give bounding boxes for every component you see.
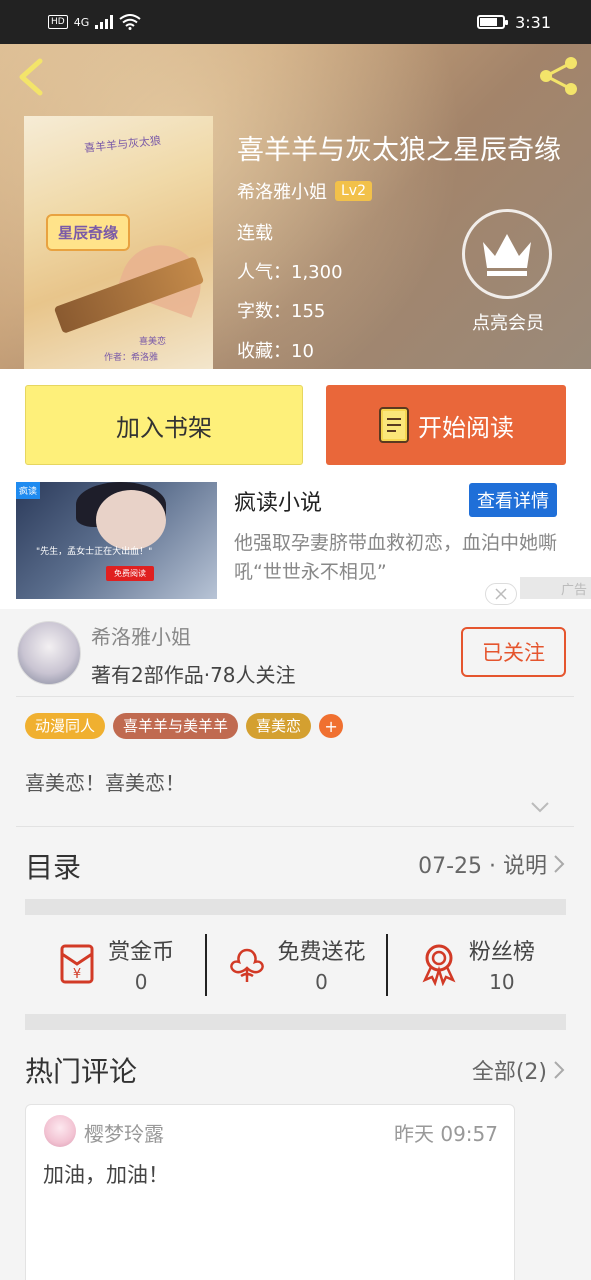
tag-item[interactable]: 动漫同人 <box>25 713 106 739</box>
tag-list: 动漫同人 喜羊羊与美羊羊 喜美恋 + <box>25 713 344 739</box>
author-card[interactable]: 希洛雅小姐 著有2部作品·78人关注 已关注 <box>0 609 591 697</box>
divider <box>16 826 574 827</box>
all-comments-label: 全部(2) <box>471 1060 547 1085</box>
ad-mark-label: 广告 <box>560 582 587 598</box>
start-reading-button[interactable]: 开始阅读 <box>326 385 566 465</box>
reward-fans-value: 10 <box>489 970 515 994</box>
book-cover[interactable]: 喜羊羊与灰太狼 星辰奇缘 喜美恋 作者：希洛雅 <box>24 116 213 369</box>
book-title: 喜羊羊与灰太狼之星辰奇缘 <box>237 135 561 166</box>
divider <box>16 696 574 697</box>
medal-icon <box>422 944 456 986</box>
catalog-latest-label: 07-25 · 说明 <box>418 854 547 879</box>
back-icon[interactable] <box>14 58 48 96</box>
network-4g-label: 4G <box>73 15 90 29</box>
share-icon[interactable] <box>537 54 581 98</box>
section-separator <box>25 1014 566 1030</box>
add-tag-button[interactable]: + <box>319 714 344 738</box>
vip-label[interactable]: 点亮会员 <box>456 309 560 335</box>
battery-icon <box>477 15 509 29</box>
ad-title[interactable]: 疯读小说 <box>234 485 322 517</box>
cover-title: 喜羊羊与灰太狼 <box>83 134 162 155</box>
ad-caption: "先生，孟女士正在大出血！" <box>36 547 153 557</box>
author-name[interactable]: 希洛雅小姐 <box>237 178 327 204</box>
cover-tag: 星辰奇缘 <box>46 214 131 251</box>
add-to-shelf-label: 加入书架 <box>116 413 212 442</box>
comment-time: 昨天 09:57 <box>394 1122 498 1146</box>
ad-app-badge: 疯读 <box>16 482 41 499</box>
crown-icon <box>483 234 531 276</box>
favorites: 收藏：10 <box>237 337 314 363</box>
favorites-value: 10 <box>291 341 314 362</box>
svg-text:¥: ¥ <box>73 967 81 982</box>
hd-icon: HD <box>48 15 68 29</box>
ad-image[interactable]: 疯读 "先生，孟女士正在大出血！" 免费阅读 <box>16 482 217 599</box>
chevron-right-icon <box>554 1061 565 1079</box>
ad-cta[interactable]: 免费阅读 <box>106 566 154 581</box>
author-avatar[interactable] <box>17 621 81 685</box>
close-icon <box>495 588 507 600</box>
hot-comments-title: 热门评论 <box>25 1055 138 1088</box>
book-summary: 喜美恋！喜美恋！ <box>25 771 185 795</box>
reward-fans-label: 粉丝榜 <box>468 940 535 965</box>
add-to-shelf-button[interactable]: 加入书架 <box>25 385 303 465</box>
popularity-value: 1,300 <box>291 262 343 283</box>
commenter-name[interactable]: 樱梦玲露 <box>84 1118 164 1147</box>
status-bar: HD 4G 3:31 <box>0 0 591 44</box>
cover-author-small: 喜美恋 <box>139 337 167 347</box>
author-row[interactable]: 希洛雅小姐 Lv2 <box>237 178 372 204</box>
section-separator <box>25 899 566 915</box>
ad-banner[interactable]: 疯读 "先生，孟女士正在大出血！" 免费阅读 疯读小说 查看详情 他强取孕妻脐带… <box>0 479 591 609</box>
author-card-name[interactable]: 希洛雅小姐 <box>91 621 191 650</box>
reward-flower[interactable]: 免费送花 0 <box>205 916 385 1012</box>
all-comments-link[interactable]: 全部(2) <box>472 1054 565 1086</box>
follow-button-label: 已关注 <box>482 641 545 665</box>
book-header: 喜羊羊与灰太狼 星辰奇缘 喜美恋 作者：希洛雅 喜羊羊与灰太狼之星辰奇缘 希洛雅… <box>0 44 591 369</box>
reward-fans[interactable]: 粉丝榜 10 <box>385 916 566 1012</box>
start-reading-label: 开始阅读 <box>418 413 514 442</box>
ad-close-button[interactable] <box>485 583 517 605</box>
flower-icon <box>230 948 265 982</box>
chevron-down-icon[interactable] <box>530 800 550 814</box>
commenter-avatar[interactable] <box>44 1115 76 1147</box>
favorites-label: 收藏： <box>237 341 291 362</box>
ad-image-face <box>96 490 166 550</box>
word-count: 字数：155 <box>237 297 325 323</box>
level-badge: Lv2 <box>335 181 372 201</box>
action-bar: 加入书架 开始阅读 <box>0 369 591 479</box>
vip-button[interactable] <box>462 209 552 299</box>
signal-icon <box>95 15 114 29</box>
popularity-label: 人气： <box>237 262 291 283</box>
ad-detail-button[interactable]: 查看详情 <box>469 483 557 517</box>
reward-flower-value: 0 <box>315 970 328 994</box>
tag-item[interactable]: 喜美恋 <box>246 713 312 739</box>
reward-flower-label: 免费送花 <box>277 940 366 965</box>
comment-text: 加油，加油！ <box>43 1163 169 1187</box>
word-count-value: 155 <box>291 301 326 322</box>
catalog-latest[interactable]: 07-25 · 说明 <box>418 848 565 880</box>
wifi-icon <box>119 14 141 30</box>
reward-coin[interactable]: ¥ 赏金币 0 <box>25 916 205 1012</box>
reward-bar: ¥ 赏金币 0 免费送花 0 粉丝榜 10 <box>25 916 566 1012</box>
popularity: 人气：1,300 <box>237 258 343 284</box>
red-envelope-icon: ¥ <box>60 944 94 984</box>
chevron-right-icon <box>554 855 565 873</box>
book-icon <box>379 407 409 443</box>
serial-status: 连载 <box>237 223 273 244</box>
ad-description[interactable]: 他强取孕妻脐带血救初恋，血泊中她嘶吼“世世永不相见” <box>234 529 564 587</box>
tag-item[interactable]: 喜羊羊与美羊羊 <box>113 713 239 739</box>
reward-coin-label: 赏金币 <box>108 940 175 965</box>
ad-mark: 广告 <box>520 577 591 599</box>
cover-author: 作者：希洛雅 <box>104 353 159 363</box>
catalog-title[interactable]: 目录 <box>25 846 81 886</box>
reward-coin-value: 0 <box>134 970 148 994</box>
word-count-label: 字数： <box>237 301 291 322</box>
clock: 3:31 <box>515 12 551 32</box>
follow-button[interactable]: 已关注 <box>461 627 566 677</box>
network-status: HD 4G <box>48 14 141 30</box>
author-card-stats: 著有2部作品·78人关注 <box>91 663 296 687</box>
comment-card[interactable]: 樱梦玲露 昨天 09:57 加油，加油！ <box>25 1104 515 1280</box>
